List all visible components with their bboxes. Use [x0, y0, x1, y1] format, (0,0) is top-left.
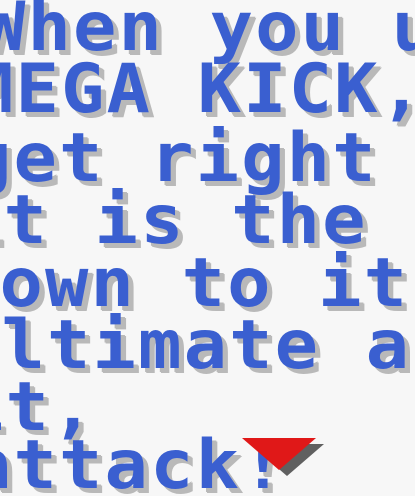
dialog-box[interactable]: When you use MEGA KICK, get right down i…: [0, 0, 415, 496]
red-down-triangle-icon[interactable]: [242, 438, 324, 478]
dialog-line-2: MEGA KICK,: [0, 50, 415, 129]
dialog-text: When you use MEGA KICK, get right down i…: [0, 0, 415, 496]
